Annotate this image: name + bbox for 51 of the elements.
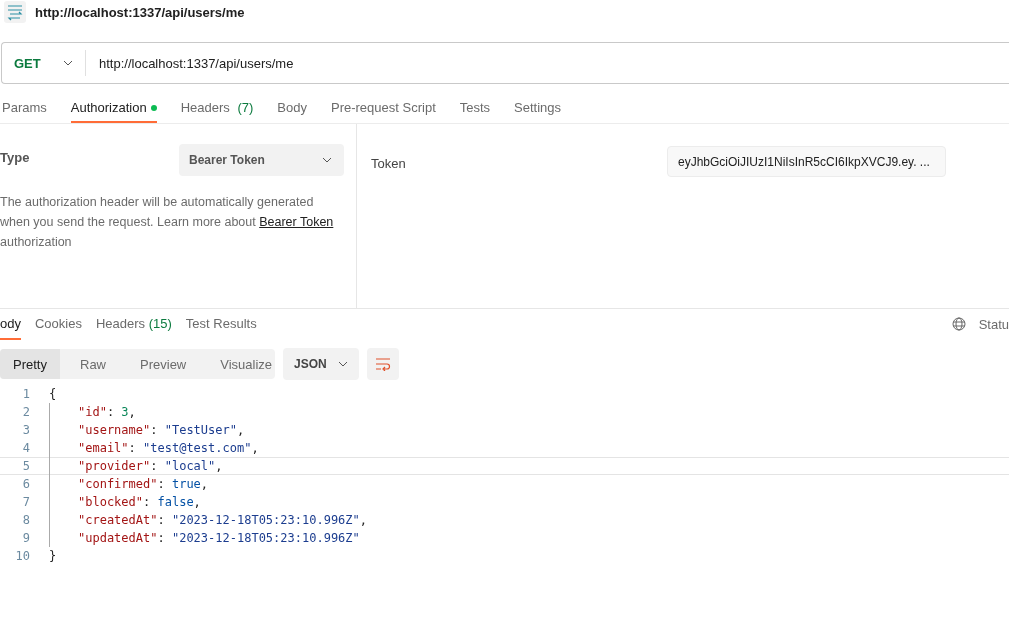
line-number: 5 bbox=[21, 459, 30, 473]
request-title: http://localhost:1337/api/users/me bbox=[35, 4, 245, 20]
view-mode-button[interactable]: Visualize bbox=[209, 349, 284, 379]
code-line: "provider": "local", bbox=[78, 459, 223, 473]
status-label: Statu bbox=[978, 316, 1009, 332]
line-number: 10 bbox=[14, 549, 30, 563]
request-tab[interactable]: Headers (7) bbox=[168, 95, 266, 123]
line-number: 2 bbox=[21, 405, 30, 419]
token-field[interactable]: eyJhbGciOiJIUzI1NiIsInR5cCI6IkpXVCJ9.ey. ... bbox=[667, 146, 946, 177]
code-line: "createdAt": "2023-12-18T05:23:10.996Z", bbox=[78, 513, 367, 527]
url-field[interactable]: http://localhost:1337/api/users/me bbox=[86, 55, 1009, 71]
globe-icon[interactable] bbox=[951, 317, 966, 331]
response-tab[interactable]: Test Results bbox=[185, 309, 257, 340]
method-dropdown[interactable]: GET bbox=[2, 50, 86, 76]
code-line: "updatedAt": "2023-12-18T05:23:10.996Z" bbox=[78, 531, 360, 545]
code-line: } bbox=[49, 549, 57, 563]
auth-type-dropdown[interactable]: Bearer Token bbox=[179, 144, 344, 176]
code-line: "email": "test@test.com", bbox=[78, 441, 259, 455]
bearer-token-link[interactable]: Bearer Token bbox=[259, 215, 334, 229]
line-number: 6 bbox=[21, 477, 30, 491]
request-tab[interactable]: Body bbox=[265, 95, 319, 123]
chevron-down-icon bbox=[338, 361, 348, 367]
line-number: 3 bbox=[21, 423, 30, 437]
response-tab[interactable]: Cookies bbox=[34, 309, 82, 340]
format-dropdown[interactable]: JSON bbox=[283, 348, 359, 380]
line-number: 4 bbox=[21, 441, 30, 455]
chevron-down-icon bbox=[322, 157, 332, 163]
code-line: "blocked": false, bbox=[78, 495, 201, 509]
code-line: { bbox=[49, 387, 57, 401]
view-mode-button[interactable]: Pretty bbox=[0, 349, 60, 379]
token-label: Token bbox=[371, 156, 406, 171]
code-line: "username": "TestUser", bbox=[78, 423, 245, 437]
response-tab[interactable]: ody bbox=[0, 309, 21, 340]
response-tab[interactable]: Headers (15) bbox=[95, 309, 172, 340]
request-tab[interactable]: Params bbox=[2, 95, 59, 123]
code-line: "id": 3, bbox=[78, 405, 136, 419]
line-number: 8 bbox=[21, 513, 30, 527]
request-tab[interactable]: Authorization bbox=[70, 95, 157, 123]
line-number: 9 bbox=[21, 531, 30, 545]
wrap-lines-icon bbox=[375, 357, 391, 371]
request-tab[interactable]: Tests bbox=[447, 95, 503, 123]
view-mode-button[interactable]: Raw bbox=[69, 349, 117, 379]
view-mode-button[interactable]: Preview bbox=[129, 349, 198, 379]
code-line: "confirmed": true, bbox=[78, 477, 209, 491]
line-number: 7 bbox=[21, 495, 30, 509]
type-label: Type bbox=[0, 150, 30, 165]
line-number: 1 bbox=[21, 387, 30, 401]
request-tab[interactable]: Settings bbox=[502, 95, 574, 123]
request-tab[interactable]: Pre-request Script bbox=[319, 95, 448, 123]
chevron-down-icon bbox=[63, 60, 73, 66]
auth-description: The authorization header will be automatically generated when you send the request. Learn more about Bearer Token authorization bbox=[0, 194, 335, 251]
